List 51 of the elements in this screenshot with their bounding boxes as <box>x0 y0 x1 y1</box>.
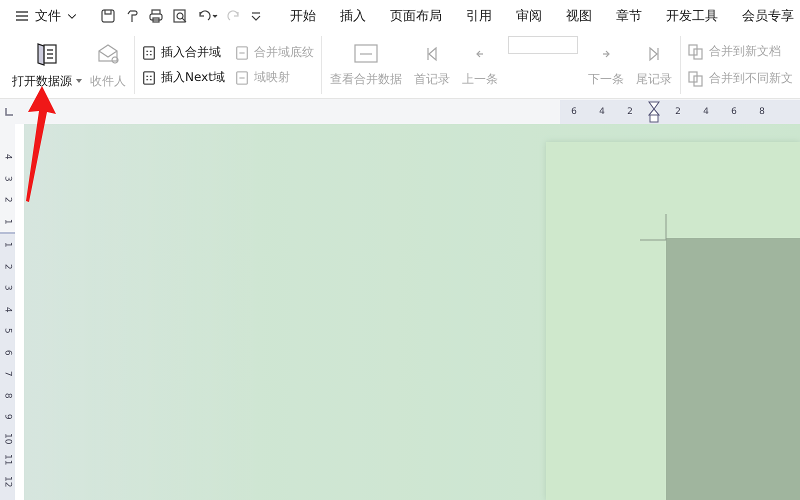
ruler-number: 6 <box>2 348 14 358</box>
ruler-number: 10 <box>2 432 14 446</box>
ruler-number: 9 <box>2 412 14 422</box>
field-icon <box>234 46 249 60</box>
ruler-number: 5 <box>2 326 14 336</box>
ruler-number: 4 <box>702 106 710 116</box>
file-menu[interactable]: 文件 <box>0 2 84 30</box>
copy-icon <box>688 44 704 60</box>
ruler-number: 1 <box>2 217 14 226</box>
ribbon-tab[interactable]: 开始 <box>278 2 328 30</box>
record-number-field[interactable] <box>508 36 578 54</box>
caret-icon <box>76 79 82 83</box>
ruler-number: 2 <box>674 106 682 116</box>
ribbon-tab[interactable]: 审阅 <box>504 2 554 30</box>
ruler-number: 4 <box>2 152 14 162</box>
ruler-number: 2 <box>2 262 14 272</box>
indent-marker-icon[interactable] <box>648 100 660 122</box>
field-icon <box>142 46 156 60</box>
ruler-number: 2 <box>2 196 14 205</box>
ruler-number: 7 <box>2 370 14 379</box>
field-icon <box>234 70 249 84</box>
ruler-number: 8 <box>2 391 14 400</box>
ribbon-tab[interactable]: 引用 <box>454 2 504 30</box>
crop-mark <box>640 214 667 241</box>
ruler-number: 11 <box>2 453 14 468</box>
ribbon-tab[interactable]: 视图 <box>554 2 604 30</box>
ribbon-tab[interactable]: 会员专享 <box>730 2 800 30</box>
ruler-number: 1 <box>2 240 14 250</box>
field-button[interactable]: 插入Next域 <box>141 67 226 88</box>
ruler-number: 4 <box>2 305 14 314</box>
copy-icon <box>688 70 704 86</box>
ribbon-tab[interactable]: 页面布局 <box>378 2 454 30</box>
ruler-number: 4 <box>598 106 606 116</box>
ribbon-tab[interactable]: 章节 <box>604 2 654 30</box>
ruler-number: 6 <box>730 106 738 116</box>
horizontal-ruler[interactable]: 6 4 2 2 4 6 8 <box>560 100 800 124</box>
open-data-source-button[interactable]: 打开数据源 <box>10 36 84 94</box>
document-list-icon <box>35 40 59 66</box>
ruler-number: 3 <box>2 284 14 293</box>
ruler-number: 8 <box>758 106 766 116</box>
tab-stop-icon[interactable] <box>5 108 13 116</box>
ruler-number: 6 <box>570 106 578 116</box>
ruler-number: 3 <box>2 174 14 184</box>
arrow-left-icon <box>476 50 484 58</box>
field-icon <box>142 70 156 84</box>
ribbon-tab[interactable]: 插入 <box>328 2 378 30</box>
ruler-number: 2 <box>626 106 634 116</box>
field-button[interactable]: 插入合并域 <box>141 42 226 63</box>
arrow-right-icon <box>602 50 610 58</box>
ruler-number: 12 <box>2 474 14 489</box>
ribbon-tab[interactable]: 开发工具 <box>654 2 730 30</box>
